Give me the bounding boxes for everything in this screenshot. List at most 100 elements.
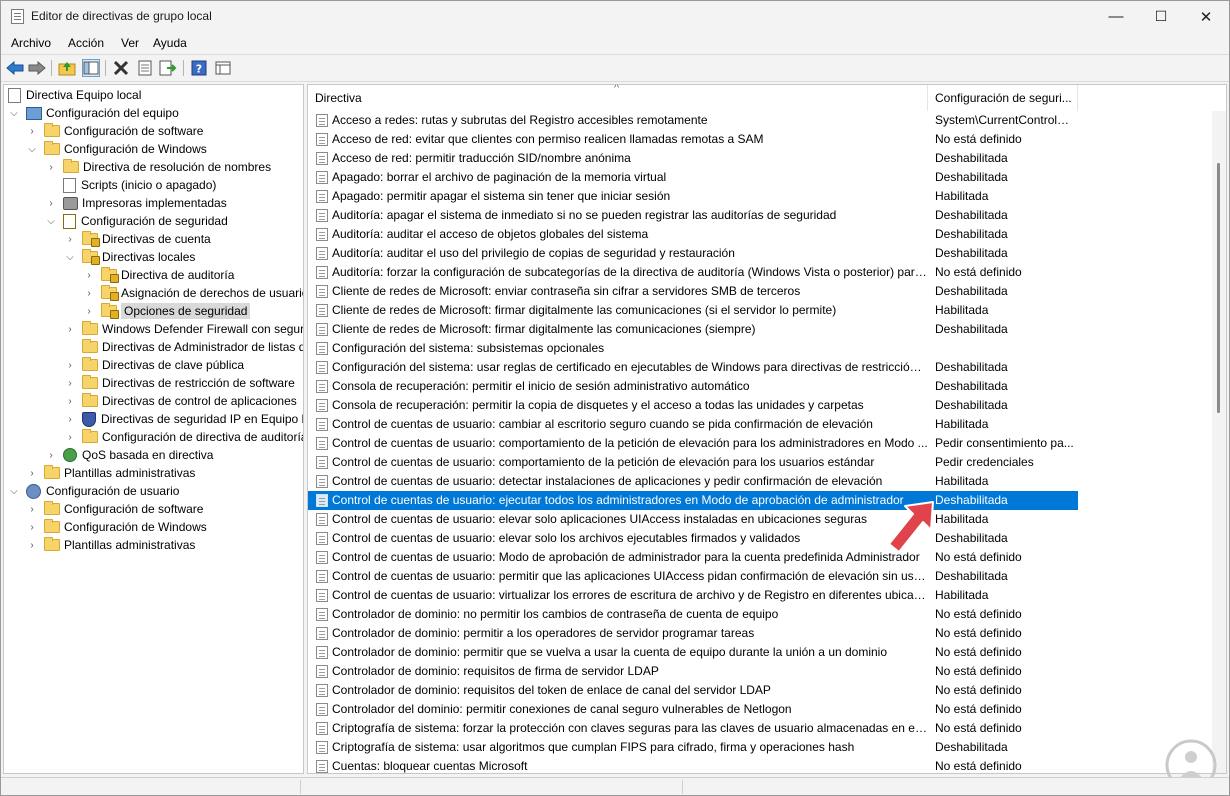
tree-item-ip-security[interactable]: › Directivas de seguridad IP en Equipo lo… [64,410,303,428]
policy-row[interactable]: Criptografía de sistema: forzar la prote… [308,719,1078,738]
help-icon[interactable]: ? [190,59,208,77]
show-hide-tree-icon[interactable] [82,59,100,77]
tree-item-defender-firewall[interactable]: › Windows Defender Firewall con seguridad… [64,320,303,338]
tree-item-admin-templates[interactable]: › Plantillas administrativas [26,464,195,482]
chevron-right-icon[interactable]: › [64,323,76,335]
chevron-down-icon[interactable]: ⌵ [64,251,76,263]
policy-row[interactable]: Controlador de dominio: requisitos del t… [308,681,1078,700]
policy-row[interactable]: Control de cuentas de usuario: comportam… [308,434,1078,453]
policy-row[interactable]: Auditoría: auditar el uso del privilegio… [308,244,1078,263]
chevron-down-icon[interactable]: ⌵ [26,143,38,155]
tree-item-network-list[interactable]: ›Directivas de Administrador de listas d… [64,338,303,356]
chevron-right-icon[interactable]: › [26,503,38,515]
chevron-right-icon[interactable]: › [26,467,38,479]
chevron-right-icon[interactable]: › [64,233,76,245]
tree-item-app-control[interactable]: › Directivas de control de aplicaciones [64,392,297,410]
policy-row[interactable]: Auditoría: auditar el acceso de objetos … [308,225,1078,244]
tree-item-local-policies[interactable]: ⌵ Directivas locales [64,248,195,266]
column-header-configuracion[interactable]: Configuración de seguri... [928,85,1078,111]
policy-row[interactable]: Configuración del sistema: usar reglas d… [308,358,1078,377]
policy-row[interactable]: Consola de recuperación: permitir el ini… [308,377,1078,396]
chevron-right-icon[interactable]: › [64,359,76,371]
view-icon[interactable] [214,59,232,77]
menu-ayuda[interactable]: Ayuda [153,36,187,50]
tree-item-windows-config[interactable]: ⌵ Configuración de Windows [26,140,207,158]
policy-row[interactable]: Acceso de red: permitir traducción SID/n… [308,149,1078,168]
policy-row[interactable]: Control de cuentas de usuario: elevar so… [308,510,1078,529]
chevron-right-icon[interactable]: › [64,413,76,425]
policy-row[interactable]: Apagado: permitir apagar el sistema sin … [308,187,1078,206]
tree-item-audit-policy[interactable]: › Directiva de auditoría [83,266,234,284]
menu-accion[interactable]: Acción [68,36,104,50]
policy-row[interactable]: Controlador de dominio: requisitos de fi… [308,662,1078,681]
policy-row[interactable]: Consola de recuperación: permitir la cop… [308,396,1078,415]
tree-item-software-restriction[interactable]: › Directivas de restricción de software [64,374,295,392]
tree-item-user-windows-config[interactable]: › Configuración de Windows [26,518,207,536]
chevron-down-icon[interactable]: ⌵ [45,215,57,227]
tree-item-root[interactable]: Directiva Equipo local [8,86,141,104]
tree-item-user-admin-templates[interactable]: › Plantillas administrativas [26,536,195,554]
menu-archivo[interactable]: Archivo [11,36,51,50]
chevron-right-icon[interactable]: › [64,377,76,389]
chevron-right-icon[interactable]: › [45,449,57,461]
policy-row[interactable]: Criptografía de sistema: usar algoritmos… [308,738,1078,757]
policy-row[interactable]: Control de cuentas de usuario: cambiar a… [308,415,1078,434]
policy-row[interactable]: Cuentas: bloquear cuentas Microsoft No es… [308,757,1078,773]
tree-item-user-rights[interactable]: › Asignación de derechos de usuario [83,284,303,302]
properties-icon[interactable] [136,59,154,77]
minimize-button[interactable]: — [1093,1,1139,32]
chevron-down-icon[interactable]: ⌵ [8,485,20,497]
chevron-right-icon[interactable]: › [83,287,95,299]
policy-row[interactable]: Control de cuentas de usuario: virtualiz… [308,586,1078,605]
policy-row[interactable]: Apagado: borrar el archivo de paginación… [308,168,1078,187]
column-header-directiva[interactable]: Directiva [308,85,928,111]
tree-item-user-software-config[interactable]: › Configuración de software [26,500,203,518]
policy-row[interactable]: Control de cuentas de usuario: ejecutar … [308,491,1078,510]
tree-item-software-config[interactable]: › Configuración de software [26,122,203,140]
policy-row[interactable]: Cliente de redes de Microsoft: firmar di… [308,301,1078,320]
delete-icon[interactable] [112,59,130,77]
policy-row[interactable]: Cliente de redes de Microsoft: firmar di… [308,320,1078,339]
up-folder-icon[interactable] [58,59,76,77]
chevron-right-icon[interactable]: › [64,395,76,407]
chevron-right-icon[interactable]: › [26,521,38,533]
chevron-right-icon[interactable]: › [45,197,57,209]
chevron-right-icon[interactable]: › [26,125,38,137]
policy-row[interactable]: Auditoría: forzar la configuración de su… [308,263,1078,282]
tree-item-security-settings[interactable]: ⌵ Configuración de seguridad [45,212,228,230]
chevron-right-icon[interactable]: › [45,161,57,173]
scrollbar-thumb[interactable] [1217,163,1220,413]
policy-row[interactable]: Acceso de red: evitar que clientes con p… [308,130,1078,149]
tree-item-advanced-audit[interactable]: › Configuración de directiva de auditoría… [64,428,303,446]
chevron-right-icon[interactable]: › [83,269,95,281]
tree-item-printers[interactable]: › Impresoras implementadas [45,194,226,212]
tree-item-public-key[interactable]: › Directivas de clave pública [64,356,244,374]
policy-row[interactable]: Control de cuentas de usuario: permitir … [308,567,1078,586]
chevron-right-icon[interactable]: › [83,305,95,317]
tree-item-computer-config[interactable]: ⌵ Configuración del equipo [8,104,179,122]
tree-item-user-config[interactable]: ⌵ Configuración de usuario [8,482,179,500]
tree-item-scripts[interactable]: Scripts (inicio o apagado) [63,176,216,194]
tree-item-name-resolution[interactable]: › Directiva de resolución de nombres [45,158,271,176]
policy-row[interactable]: Auditoría: apagar el sistema de inmediat… [308,206,1078,225]
policy-row[interactable]: Configuración del sistema: subsistemas o… [308,339,1078,358]
back-icon[interactable] [6,59,24,77]
export-list-icon[interactable] [159,59,177,77]
tree-item-security-options[interactable]: › Opciones de seguridad [83,302,251,320]
policy-row[interactable]: Controlador del dominio: permitir conexi… [308,700,1078,719]
policy-row[interactable]: Control de cuentas de usuario: elevar so… [308,529,1078,548]
menu-ver[interactable]: Ver [121,36,139,50]
policy-row[interactable]: Controlador de dominio: permitir que se … [308,643,1078,662]
policy-row[interactable]: Acceso a redes: rutas y subrutas del Reg… [308,111,1078,130]
chevron-down-icon[interactable]: ⌵ [8,107,20,119]
policy-row[interactable]: Control de cuentas de usuario: comportam… [308,453,1078,472]
chevron-right-icon[interactable]: › [26,539,38,551]
close-button[interactable]: ✕ [1183,1,1229,32]
policy-row[interactable]: Control de cuentas de usuario: detectar … [308,472,1078,491]
tree-item-qos[interactable]: › QoS basada en directiva [45,446,213,464]
chevron-right-icon[interactable]: › [64,431,76,443]
policy-row[interactable]: Cliente de redes de Microsoft: enviar co… [308,282,1078,301]
policy-row[interactable]: Control de cuentas de usuario: Modo de a… [308,548,1078,567]
policy-row[interactable]: Controlador de dominio: no permitir los … [308,605,1078,624]
forward-icon[interactable] [28,59,46,77]
